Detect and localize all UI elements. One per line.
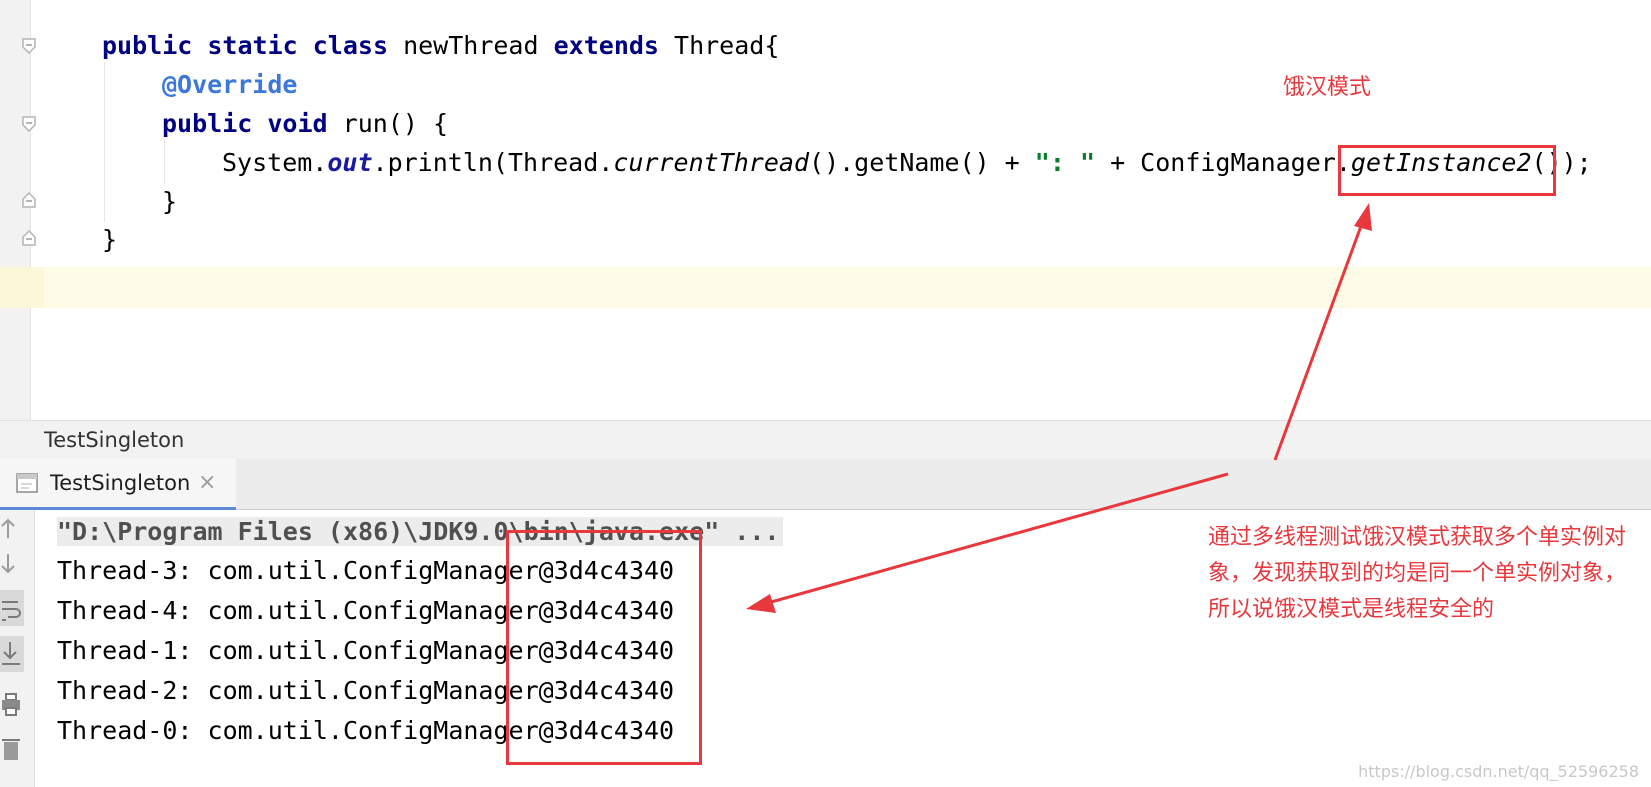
arrow-line — [763, 472, 1229, 606]
arrow-head — [746, 594, 776, 613]
watermark: https://blog.csdn.net/qq_52596258 — [1358, 762, 1639, 781]
arrow-line — [1273, 217, 1366, 461]
annotation-arrows — [746, 203, 1372, 613]
arrow-head — [1354, 203, 1372, 231]
